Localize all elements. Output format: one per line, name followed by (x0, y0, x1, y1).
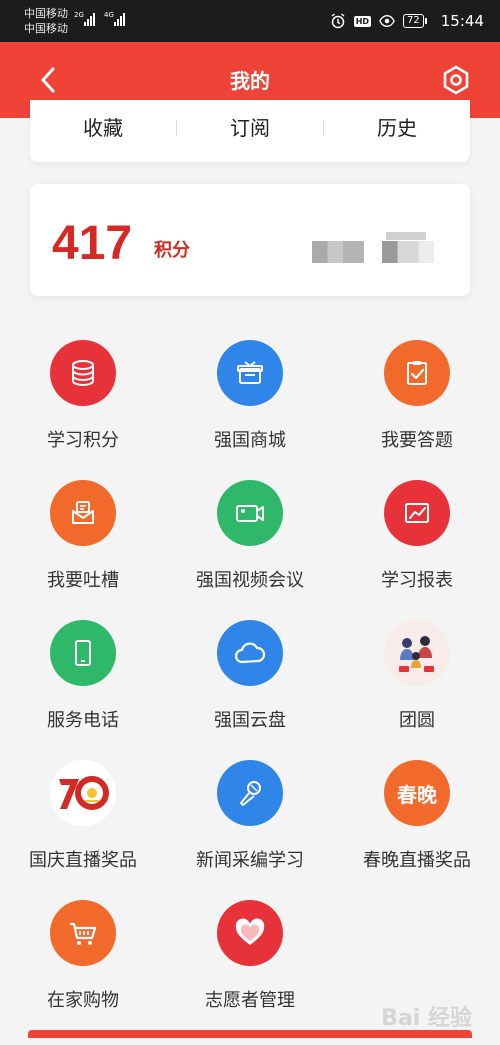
battery-icon: 72 (403, 14, 427, 28)
carrier-label-2: 中国移动 (24, 22, 68, 35)
hd-icon: HD (353, 15, 372, 27)
grid-item-video-conference[interactable]: 强国视频会议 (167, 480, 333, 592)
microphone-icon (217, 760, 283, 826)
clock-time: 15:44 (440, 12, 484, 30)
grid-item-news-editing[interactable]: 新闻采编学习 (167, 760, 333, 872)
grid-label: 国庆直播奖品 (29, 850, 137, 871)
grid-item-feedback[interactable]: 我要吐槽 (0, 480, 166, 592)
cloud-icon (217, 620, 283, 686)
grid-label: 春晚直播奖品 (363, 850, 471, 871)
grid-item-study-points[interactable]: 学习积分 (0, 340, 166, 452)
grid-label: 新闻采编学习 (196, 850, 304, 871)
grid-item-national-day-prizes[interactable]: 国庆直播奖品 (0, 760, 166, 872)
signal-icon (84, 12, 95, 26)
grid-label: 在家购物 (47, 990, 119, 1011)
phone-icon (50, 620, 116, 686)
grid-item-home-shopping[interactable]: 在家购物 (0, 900, 166, 1012)
signal-icon-2 (114, 12, 125, 26)
status-bar: 中国移动 中国移动 2G 4G HD 72 15:44 (0, 0, 500, 42)
quick-links-card: 收藏 订阅 历史 (30, 100, 470, 162)
blurred-text (386, 232, 426, 240)
watermark: Bai 经验 (381, 1006, 472, 1031)
blurred-text (312, 241, 364, 263)
alarm-icon (330, 13, 346, 29)
grid-label: 服务电话 (47, 710, 119, 731)
grid-label: 我要吐槽 (47, 570, 119, 591)
bottom-accent-bar (28, 1030, 472, 1038)
video-camera-icon (217, 480, 283, 546)
grid-item-volunteer-management[interactable]: 志愿者管理 (167, 900, 333, 1012)
shopping-cart-icon (50, 900, 116, 966)
grid-label: 强国商城 (214, 430, 286, 451)
grid-label: 团圆 (399, 710, 435, 731)
grid-label: 我要答题 (381, 430, 453, 451)
grid-label: 学习积分 (47, 430, 119, 451)
grid-item-service-phone[interactable]: 服务电话 (0, 620, 166, 732)
battery-level: 72 (403, 14, 424, 28)
trend-chart-icon (384, 480, 450, 546)
points-card[interactable]: 417 积分 (30, 184, 470, 296)
settings-button[interactable] (436, 60, 476, 100)
grid-item-spring-gala-prizes[interactable]: 春晚 春晚直播奖品 (334, 760, 500, 872)
database-icon (50, 340, 116, 406)
gift-box-icon (217, 340, 283, 406)
points-value: 417 (52, 217, 133, 270)
points-unit: 积分 (154, 240, 190, 261)
chunwan-badge-text: 春晚 (397, 782, 437, 807)
favorites-tab[interactable]: 收藏 (30, 112, 176, 141)
grid-item-cloud-disk[interactable]: 强国云盘 (167, 620, 333, 732)
grid-item-quiz[interactable]: 我要答题 (334, 340, 500, 452)
mail-chat-icon (50, 480, 116, 546)
history-tab[interactable]: 历史 (324, 112, 470, 141)
family-illustration-icon (384, 620, 450, 686)
carrier-label-1: 中国移动 (24, 7, 68, 20)
subscriptions-tab[interactable]: 订阅 (177, 112, 323, 141)
heart-icon (217, 900, 283, 966)
grid-item-reunion[interactable]: 团圆 (334, 620, 500, 732)
clipboard-check-icon (384, 340, 450, 406)
chunwan-badge-icon: 春晚 (384, 760, 450, 826)
seventy-anniversary-icon (50, 760, 116, 826)
grid-label: 强国视频会议 (196, 570, 304, 591)
grid-label: 强国云盘 (214, 710, 286, 731)
eye-icon (379, 13, 395, 29)
gear-icon (443, 65, 469, 95)
network-type-2: 4G (104, 11, 114, 19)
network-type-1: 2G (74, 11, 84, 19)
blurred-text (382, 241, 434, 263)
grid-label: 学习报表 (381, 570, 453, 591)
page-title: 我的 (230, 69, 270, 93)
grid-item-study-report[interactable]: 学习报表 (334, 480, 500, 592)
grid-label: 志愿者管理 (205, 990, 295, 1011)
grid-item-mall[interactable]: 强国商城 (167, 340, 333, 452)
